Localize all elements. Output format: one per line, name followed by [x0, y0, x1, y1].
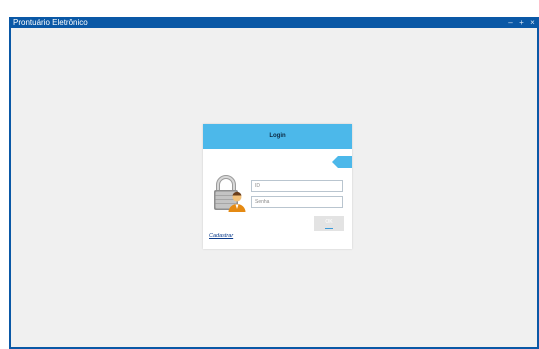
login-header: Login [203, 124, 352, 149]
minimize-icon[interactable]: – [506, 18, 515, 27]
back-arrow-icon[interactable] [332, 156, 352, 168]
close-icon[interactable]: × [528, 18, 537, 27]
password-input[interactable] [251, 196, 343, 208]
register-link[interactable]: Cadastrar [209, 233, 233, 239]
ok-focus-indicator [325, 228, 333, 229]
maximize-icon[interactable]: + [517, 18, 526, 27]
lock-user-icon [214, 175, 246, 212]
title-bar[interactable]: Prontuário Eletrônico – + × [9, 17, 539, 28]
id-input[interactable] [251, 180, 343, 192]
window-controls: – + × [504, 17, 537, 28]
main-client-area: Login OK [11, 28, 537, 347]
login-title: Login [269, 133, 286, 139]
login-panel: Login OK [203, 124, 352, 249]
ok-button[interactable]: OK [314, 216, 344, 231]
main-window: Prontuário Eletrônico – + × Login ID OK … [9, 17, 539, 349]
window-title: Prontuário Eletrônico [13, 18, 88, 27]
ok-label: OK [325, 219, 333, 225]
